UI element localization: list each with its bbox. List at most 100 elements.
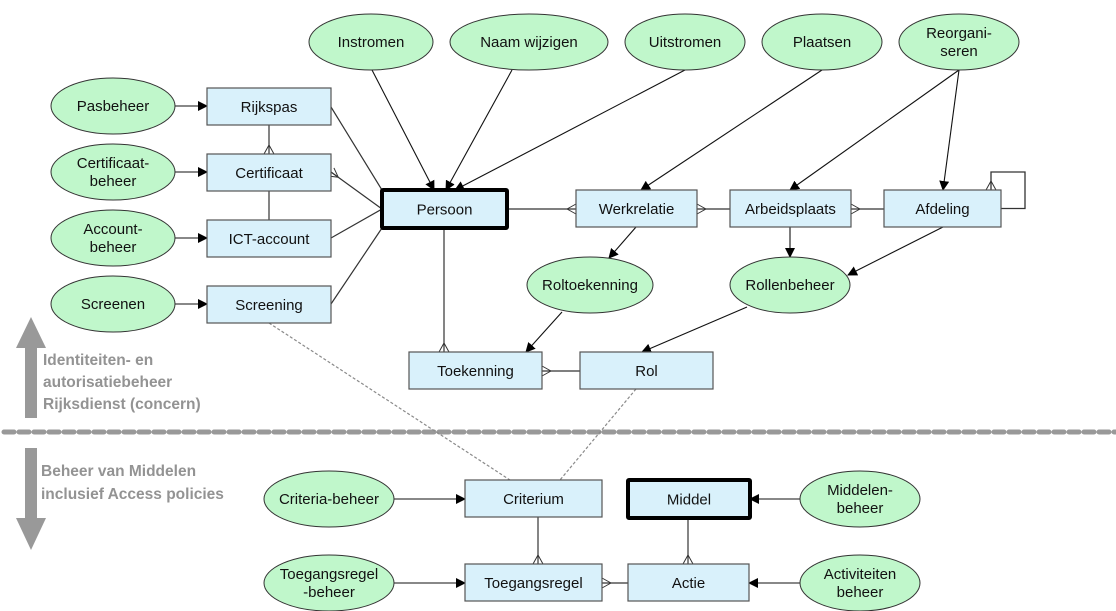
entity-rijkspas[interactable]: Rijkspas: [206, 87, 332, 126]
process-label: beheer: [90, 239, 137, 256]
relation-persoon-werkrelatie: [507, 203, 577, 215]
process-accountbeheer[interactable]: Account-beheer: [50, 209, 176, 267]
process-label: Roltoekenning: [542, 277, 638, 294]
entity-label: Persoon: [417, 202, 473, 219]
entity-label: Rijkspas: [241, 99, 298, 116]
process-roltoekenning[interactable]: Roltoekenning: [526, 256, 654, 314]
entity-label: Screening: [235, 297, 303, 314]
relation-middel-actie: [682, 518, 694, 565]
svg-text:inclusief Access policies: inclusief Access policies: [41, 486, 224, 503]
process-shape: [799, 554, 921, 611]
arrow-roltoekenning-toekenning: [525, 311, 563, 353]
process-plaatsen[interactable]: Plaatsen: [761, 13, 883, 71]
entity-label: Rol: [635, 363, 658, 380]
arrow-reorganiseren-arbeidsplaats: [789, 69, 960, 191]
entity-label: Middel: [667, 492, 711, 509]
entity-middel[interactable]: Middel: [626, 478, 752, 520]
relation-werkrelatie-arbeidsplaats: [696, 203, 730, 215]
process-label: Criteria-beheer: [279, 491, 379, 508]
process-label: beheer: [837, 500, 884, 517]
process-certificaatbeheer[interactable]: Certificaat-beheer: [50, 143, 176, 201]
arrow-werkrelatie-roltoekenning: [608, 226, 637, 259]
process-label: -beheer: [303, 584, 355, 601]
relation-toegangsregel-actie: [601, 577, 628, 589]
entity-label: Arbeidsplaats: [745, 201, 836, 218]
process-naam-wijzigen[interactable]: Naam wijzigen: [449, 13, 609, 71]
arrow-rollenbeheer-rol: [641, 306, 748, 354]
process-screenen[interactable]: Screenen: [50, 275, 176, 333]
process-label: Instromen: [338, 34, 405, 51]
upper-band-label: Identiteiten- en autorisatiebeheer Rijks…: [43, 352, 201, 413]
process-activiteitenbeheer[interactable]: Activiteitenbeheer: [799, 554, 921, 611]
arrow-reorganiseren-afdeling: [939, 69, 960, 191]
process-reorganiseren[interactable]: Reorgani-seren: [898, 13, 1020, 71]
arrow-naam-wijzigen-persoon: [445, 69, 513, 191]
entity-ict-account[interactable]: ICT-account: [206, 219, 332, 258]
process-label: Reorgani-: [926, 25, 992, 42]
process-label: Certificaat-: [77, 155, 150, 172]
lower-band-label: Beheer van Middelen inclusief Access pol…: [41, 463, 224, 503]
entity-label: Certificaat: [235, 165, 303, 182]
entity-actie[interactable]: Actie: [627, 563, 750, 602]
process-shape: [263, 554, 395, 611]
process-rollenbeheer[interactable]: Rollenbeheer: [729, 256, 851, 314]
process-label: Naam wijzigen: [480, 34, 578, 51]
arrow-instromen-persoon: [371, 69, 435, 191]
svg-text:Beheer van Middelen: Beheer van Middelen: [41, 463, 196, 480]
entity-arbeidsplaats[interactable]: Arbeidsplaats: [729, 189, 852, 228]
entity-screening[interactable]: Screening: [206, 285, 332, 324]
entity-label: Afdeling: [915, 201, 969, 218]
band-label-line: autorisatiebeheer: [43, 374, 172, 391]
process-instromen[interactable]: Instromen: [308, 13, 434, 71]
entity-rol[interactable]: Rol: [579, 351, 714, 390]
svg-text:Rijksdienst (concern): Rijksdienst (concern): [43, 396, 201, 413]
entity-label: Actie: [672, 575, 705, 592]
relation-rijkspas-certificaat: [263, 125, 275, 155]
entity-persoon[interactable]: Persoon: [380, 188, 509, 230]
relation-arbeidsplaats-afdeling: [850, 203, 884, 215]
relation-ict-account-persoon: [330, 208, 383, 239]
entity-certificaat[interactable]: Certificaat: [206, 153, 332, 192]
entity-label: Criterium: [503, 491, 564, 508]
entity-label: Werkrelatie: [599, 201, 675, 218]
process-label: Middelen-: [827, 482, 893, 499]
process-label: Toegangsregel: [280, 566, 378, 583]
relation-screening-persoon: [330, 227, 383, 305]
arrow-uitstromen-persoon: [454, 69, 686, 191]
process-middelenbeheer[interactable]: Middelen-beheer: [799, 470, 921, 528]
process-uitstromen[interactable]: Uitstromen: [624, 13, 746, 71]
relation-persoon-toekenning: [438, 228, 450, 353]
entity-label: Toekenning: [437, 363, 514, 380]
process-shape: [50, 209, 176, 267]
process-label: Screenen: [81, 296, 145, 313]
process-pasbeheer[interactable]: Pasbeheer: [50, 77, 176, 135]
relation-criterium-toegangsregel: [532, 517, 544, 565]
entity-werkrelatie[interactable]: Werkrelatie: [575, 189, 698, 228]
process-label: Activiteiten: [824, 566, 897, 583]
upper-band-arrow-icon: [16, 317, 46, 418]
process-label: seren: [940, 43, 978, 60]
process-criteriabeheer[interactable]: Criteria-beheer: [263, 470, 395, 528]
entity-toekenning[interactable]: Toekenning: [408, 351, 543, 390]
band-label-line: Beheer van Middelen: [41, 463, 196, 480]
process-label: beheer: [90, 173, 137, 190]
entity-toegangsregel[interactable]: Toegangsregel: [464, 563, 603, 602]
relation-certificaat-persoon: [328, 167, 383, 210]
process-toegangsregelbeheer[interactable]: Toegangsregel-beheer: [263, 554, 395, 611]
entity-label: Toegangsregel: [484, 575, 582, 592]
entity-afdeling[interactable]: Afdeling: [883, 189, 1002, 228]
relation-toekenning-rol: [541, 365, 580, 377]
process-label: Uitstromen: [649, 34, 722, 51]
entity-criterium[interactable]: Criterium: [464, 479, 603, 518]
arrow-afdeling-rollenbeheer: [847, 226, 944, 276]
process-label: Plaatsen: [793, 34, 851, 51]
entity-label: ICT-account: [229, 231, 311, 248]
arrow-plaatsen-werkrelatie: [640, 69, 823, 191]
process-label: Pasbeheer: [77, 98, 150, 115]
process-shape: [799, 470, 921, 528]
band-label-line: Identiteiten- en: [43, 352, 153, 369]
band-label-line: Rijksdienst (concern): [43, 396, 201, 413]
er-diagram: Identiteiten- en autorisatiebeheer Rijks…: [1, 13, 1116, 611]
svg-text:autorisatiebeheer: autorisatiebeheer: [43, 374, 172, 391]
process-shape: [898, 13, 1020, 71]
